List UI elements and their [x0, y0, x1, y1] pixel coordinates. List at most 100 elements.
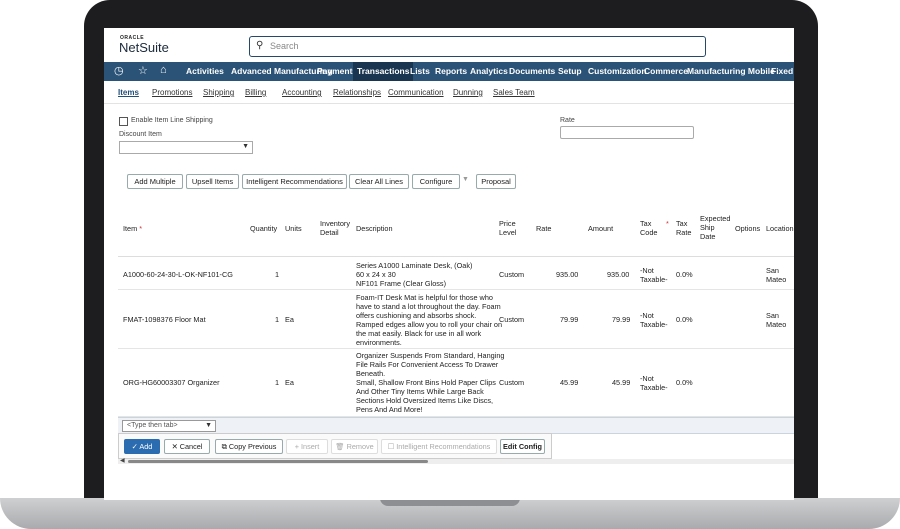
row-tax-rate: 0.0% [676, 378, 693, 387]
item-entry-select[interactable]: <Type then tab> ▼ [122, 420, 216, 432]
col-tax-label: Tax [640, 219, 652, 228]
desc-line: Organizer Suspends From Standard, Hangin… [356, 351, 505, 360]
add-button[interactable]: ✓ Add [124, 439, 160, 454]
col-level-label: Level [499, 228, 517, 237]
nav-lists[interactable]: Lists [410, 66, 430, 76]
items-table-header: Item * Quantity Units Inventory Detail De… [118, 206, 794, 257]
line-action-bar: ✓ Add ✕ Cancel ⧉ Copy Previous + Insert … [118, 433, 552, 459]
nav-customization[interactable]: Customization [588, 66, 647, 76]
col-expected-ship-date[interactable]: Expected Ship Date [700, 214, 730, 241]
col-quantity[interactable]: Quantity [250, 224, 277, 233]
row-item: FMAT-1098376 Floor Mat [123, 315, 206, 324]
desc-line: 60 x 24 x 30 [356, 270, 396, 279]
tax-code-2: Taxable- [640, 383, 668, 392]
scroll-left-icon[interactable]: ◀ [120, 457, 125, 464]
intelligent-recommendations-action[interactable]: ☐ Intelligent Recommendations [381, 439, 497, 454]
nav-activities[interactable]: Activities [186, 66, 224, 76]
desc-line: have to stand a lot throughout the day. … [356, 302, 501, 311]
col-inventory-detail[interactable]: Inventory Detail [320, 219, 350, 237]
desc-line: File Rails For Convenient Access To Draw… [356, 360, 499, 369]
col-item-label: Item [123, 224, 138, 233]
col-rate[interactable]: Rate [536, 224, 551, 233]
required-icon: * [139, 224, 143, 233]
col-price-level[interactable]: Price Level [499, 219, 516, 237]
col-amount[interactable]: Amount [588, 224, 613, 233]
discount-item-select[interactable]: ▼ [119, 141, 253, 154]
col-tax-code[interactable]: Tax Code [640, 219, 657, 237]
nav-analytics[interactable]: Analytics [470, 66, 508, 76]
row-units: Ea [285, 315, 294, 324]
desc-line: Series A1000 Laminate Desk, (Oak) [356, 261, 473, 270]
enable-line-shipping-checkbox[interactable] [119, 117, 128, 126]
desc-line: Ramped edges allow you to roll your chai… [356, 320, 503, 329]
rate-input[interactable] [560, 126, 694, 139]
tab-dunning[interactable]: Dunning [453, 88, 483, 97]
row-rate: 79.99 [560, 315, 579, 324]
nav-manufacturing-mobile[interactable]: Manufacturing Mobile [687, 66, 775, 76]
tab-accounting[interactable]: Accounting [282, 88, 322, 97]
insert-label: Insert [301, 442, 320, 451]
screen: ORACLE NetSuite ⚲ Search ◷ ☆ ⌂ Activitie… [104, 28, 794, 500]
nav-commerce[interactable]: Commerce [644, 66, 688, 76]
tab-sales-team[interactable]: Sales Team [493, 88, 535, 97]
tab-billing[interactable]: Billing [245, 88, 266, 97]
tab-communication[interactable]: Communication [388, 88, 444, 97]
col-description[interactable]: Description [356, 224, 393, 233]
tab-shipping[interactable]: Shipping [203, 88, 234, 97]
row-tax-rate: 0.0% [676, 270, 693, 279]
row-quantity: 1 [275, 378, 280, 387]
copy-previous-button[interactable]: ⧉ Copy Previous [215, 439, 283, 454]
nav-documents[interactable]: Documents [509, 66, 555, 76]
table-row[interactable]: FMAT-1098376 Floor Mat 1 Ea Foam-IT Desk… [118, 290, 794, 349]
col-price-label: Price [499, 219, 516, 228]
nav-setup[interactable]: Setup [558, 66, 582, 76]
netsuite-logo[interactable]: NetSuite [119, 40, 169, 55]
row-quantity: 1 [275, 315, 280, 324]
table-row[interactable]: ORG-HG60003307 Organizer 1 Ea Organizer … [118, 349, 794, 417]
col-tax-rate[interactable]: Tax Rate [676, 219, 691, 237]
tab-promotions[interactable]: Promotions [152, 88, 192, 97]
nav-transactions[interactable]: Transactions [353, 62, 414, 81]
configure-button[interactable]: Configure [412, 174, 460, 189]
cancel-button[interactable]: ✕ Cancel [164, 439, 210, 454]
row-amount: 45.99 [612, 378, 631, 387]
col-units[interactable]: Units [285, 224, 302, 233]
desc-line: NF101 Frame (Clear Gloss) [356, 279, 447, 288]
tab-items[interactable]: Items [118, 88, 139, 97]
nav-payments[interactable]: Payments [317, 66, 357, 76]
row-description: Organizer Suspends From Standard, Hangin… [356, 351, 504, 414]
row-tax-rate: 0.0% [676, 315, 693, 324]
remove-button[interactable]: 🗑 Remove [331, 439, 378, 454]
rate-label: Rate [560, 117, 575, 124]
chevron-down-icon: ▼ [242, 143, 249, 150]
table-row[interactable]: A1000-60-24-30-L-OK-NF101-CG 1 Series A1… [118, 257, 794, 290]
col-date-label: Date [700, 232, 716, 241]
tab-relationships[interactable]: Relationships [333, 88, 381, 97]
col-expected-label: Expected [700, 214, 731, 223]
desc-line: Pens And And More! [356, 405, 423, 414]
insert-button[interactable]: + Insert [286, 439, 328, 454]
search-input[interactable]: ⚲ Search [249, 36, 706, 57]
scrollbar-thumb[interactable] [128, 460, 428, 463]
clear-all-lines-button[interactable]: Clear All Lines [349, 174, 409, 189]
row-rate: 935.00 [556, 270, 579, 279]
nav-reports[interactable]: Reports [435, 66, 467, 76]
row-location: San Mateo [766, 266, 786, 284]
nav-fixed-assets[interactable]: Fixed A [771, 66, 794, 76]
row-price-level: Custom [499, 378, 525, 387]
line-entry-row[interactable]: <Type then tab> ▼ [118, 417, 794, 434]
intelligent-recommendations-button[interactable]: Intelligent Recommendations [242, 174, 347, 189]
home-icon[interactable]: ⌂ [160, 64, 167, 76]
star-icon[interactable]: ☆ [138, 64, 148, 77]
col-item[interactable]: Item * [123, 224, 142, 233]
proposal-button[interactable]: Proposal [476, 174, 516, 189]
edit-config-button[interactable]: Edit Config [500, 439, 545, 454]
col-options[interactable]: Options [735, 224, 760, 233]
recent-icon[interactable]: ◷ [114, 64, 124, 77]
chevron-down-icon[interactable]: ▼ [462, 176, 469, 183]
col-location[interactable]: Location [766, 224, 794, 233]
discount-item-label: Discount Item [119, 131, 162, 138]
add-multiple-button[interactable]: Add Multiple [127, 174, 183, 189]
upsell-items-button[interactable]: Upsell Items [186, 174, 239, 189]
search-icon: ⚲ [256, 40, 264, 51]
